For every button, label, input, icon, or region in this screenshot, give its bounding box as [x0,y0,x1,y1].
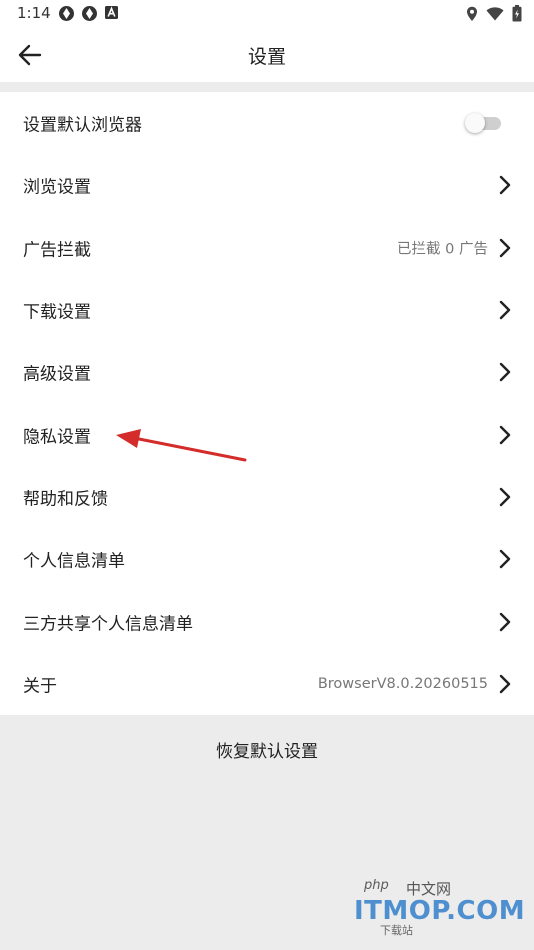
chevron-right-icon [499,612,511,631]
settings-row-download[interactable]: 下载设置 [0,279,534,341]
shutter-icon [82,6,97,21]
chevron-right-icon [499,363,511,382]
font-icon [105,6,118,19]
status-bar: 1:14 [0,0,534,28]
settings-list: 设置默认浏览器 浏览设置 广告拦截 已拦截 0 广告 下载设置 高级设置 隐私设… [0,92,534,715]
settings-row-third-party-info[interactable]: 三方共享个人信息清单 [0,590,534,652]
watermark-sub: 下载站 [380,924,413,937]
app-bar: 设置 [0,28,534,82]
settings-row-help-feedback[interactable]: 帮助和反馈 [0,466,534,528]
reset-defaults-button[interactable]: 恢复默认设置 [0,730,534,774]
settings-row-label: 下载设置 [23,302,91,323]
watermark-logo: php 中文网 ITMOP.COM 下载站 [354,876,525,944]
battery-icon [512,5,522,22]
settings-row-browsing[interactable]: 浏览设置 [0,154,534,216]
wifi-icon [486,6,504,20]
chevron-right-icon [499,300,511,320]
settings-row-label: 广告拦截 [23,240,91,261]
ad-block-count: 已拦截 0 广告 [397,241,488,258]
chevron-right-icon [499,425,511,444]
settings-row-label: 关于 [23,676,57,697]
chevron-right-icon [499,238,511,257]
chevron-right-icon [499,487,511,507]
page-title: 设置 [247,46,286,68]
settings-row-advanced[interactable]: 高级设置 [0,341,534,403]
chevron-right-icon [499,550,511,569]
settings-row-label: 高级设置 [23,364,91,385]
settings-row-default-browser: 设置默认浏览器 [0,92,534,154]
chevron-right-icon [499,674,511,694]
settings-row-label: 个人信息清单 [23,551,125,572]
status-time: 1:14 [17,4,51,22]
settings-row-privacy[interactable]: 隐私设置 [0,403,534,465]
location-icon [467,6,477,21]
app-version: BrowserV8.0.20260515 [317,675,488,692]
section-divider [0,82,534,92]
settings-row-about[interactable]: 关于 BrowserV8.0.20260515 [0,653,534,715]
default-browser-toggle[interactable] [465,113,501,134]
watermark-php: php [364,878,389,893]
notification-icons [58,5,119,22]
settings-row-ad-block[interactable]: 广告拦截 已拦截 0 广告 [0,217,534,279]
chevron-right-icon [499,176,511,195]
settings-row-label: 三方共享个人信息清单 [23,614,193,635]
settings-row-personal-info[interactable]: 个人信息清单 [0,528,534,590]
settings-row-label: 隐私设置 [23,427,91,448]
settings-row-label: 浏览设置 [23,177,91,198]
settings-row-label: 帮助和反馈 [23,489,108,510]
system-icons [466,5,522,22]
shutter-icon [59,6,74,21]
settings-row-label: 设置默认浏览器 [23,115,142,136]
toggle-thumb [465,113,485,134]
